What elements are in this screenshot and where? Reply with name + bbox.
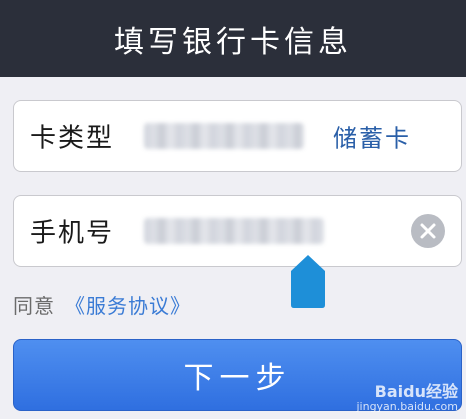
agreement-prefix: 同意 — [13, 294, 55, 318]
page-title: 填写银行卡信息 — [114, 24, 352, 60]
card-type-row[interactable]: 卡类型 储蓄卡 — [13, 100, 462, 172]
card-kind-value: 储蓄卡 — [333, 124, 411, 153]
page-header: 填写银行卡信息 — [0, 0, 466, 77]
next-step-label: 下一步 — [183, 361, 292, 396]
phone-number-redacted — [144, 218, 324, 244]
phone-label: 手机号 — [30, 218, 115, 249]
phone-row[interactable]: 手机号 — [13, 195, 462, 267]
watermark-url: jingyan.baidu.com — [356, 399, 458, 413]
card-type-label: 卡类型 — [30, 123, 115, 154]
text-cursor-handle-icon[interactable] — [289, 253, 327, 309]
agreement-line: 同意 《服务协议》 — [13, 290, 191, 319]
bank-name-redacted — [144, 123, 304, 149]
clear-icon[interactable] — [411, 214, 445, 248]
baidu-watermark: Baidu经验 jingyan.baidu.com — [356, 383, 458, 413]
service-agreement-link[interactable]: 《服务协议》 — [65, 294, 191, 318]
watermark-brand: Baidu经验 — [374, 382, 458, 402]
